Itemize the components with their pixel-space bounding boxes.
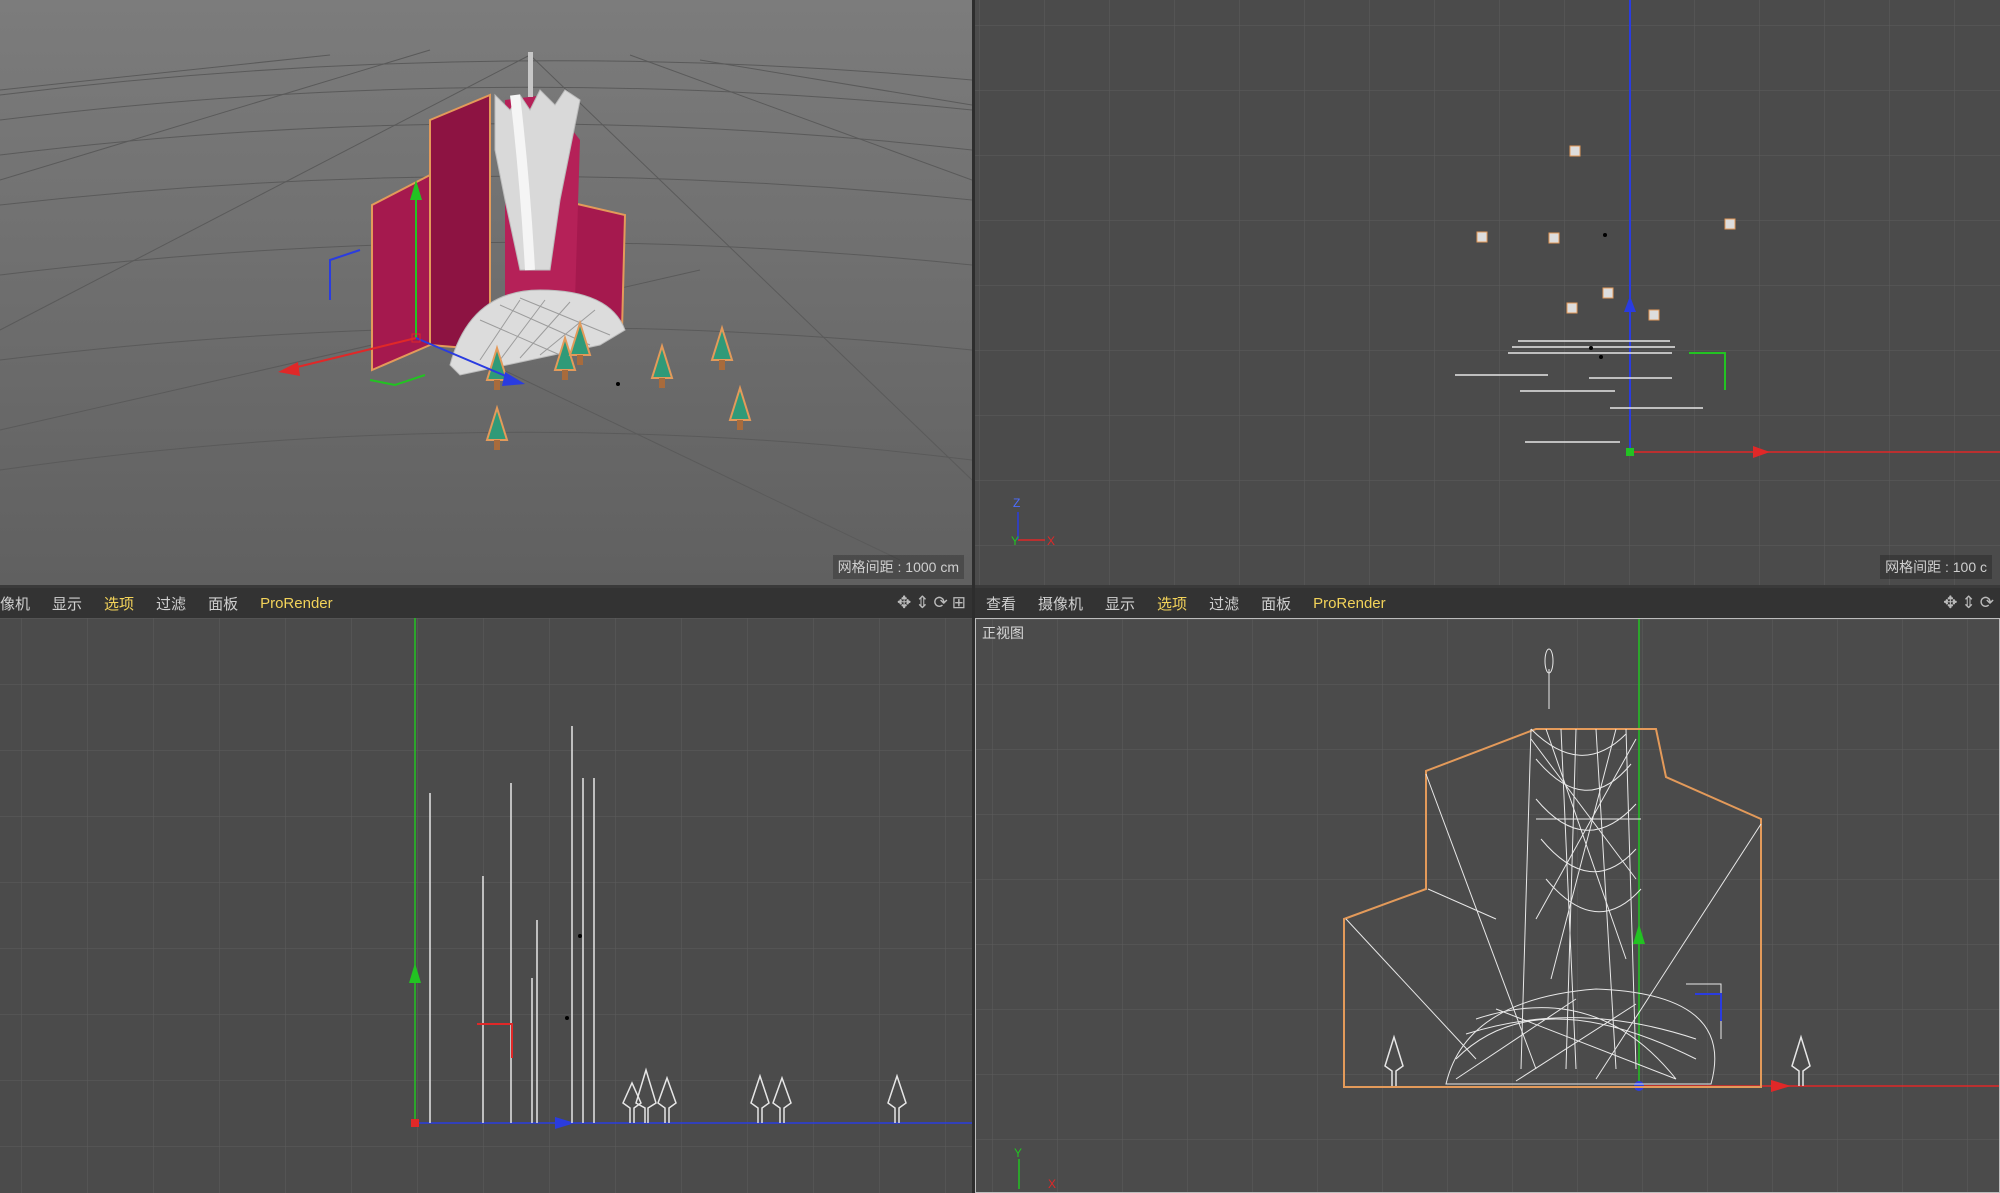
front-scene — [976, 619, 1999, 1192]
menu-camera[interactable]: 像机 — [0, 593, 41, 614]
perspective-viewport[interactable]: 网格间距 : 1000 cm — [0, 0, 972, 585]
view-name-label: 正视图 — [982, 625, 1024, 641]
front-viewport-menubar: 查看 摄像机 显示 选项 过滤 面板 ProRender ✥ ⇕ ⟳ — [975, 588, 2000, 618]
menu-filter[interactable]: 过滤 — [145, 593, 197, 614]
menu-panel[interactable]: 面板 — [1250, 593, 1302, 614]
menu-camera[interactable]: 摄像机 — [1027, 593, 1094, 614]
menu-options[interactable]: 选项 — [1146, 593, 1198, 614]
side-viewport-menubar: 像机 显示 选项 过滤 面板 ProRender ✥ ⇕ ⟳ ⊞ — [0, 588, 972, 618]
top-viewport[interactable]: Z Y X 网格间距 : 100 c — [975, 0, 2000, 585]
menu-display[interactable]: 显示 — [41, 593, 93, 614]
side-scene — [0, 618, 972, 1193]
axis-x-label: X — [1048, 1177, 1057, 1191]
side-viewport[interactable] — [0, 618, 972, 1193]
move-icon[interactable]: ✥ — [1943, 593, 1957, 613]
menu-options[interactable]: 选项 — [93, 593, 145, 614]
rotate-icon[interactable]: ⟳ — [934, 593, 948, 613]
layout-icon[interactable]: ⊞ — [952, 593, 966, 613]
menu-prorender[interactable]: ProRender — [249, 595, 344, 612]
grid-spacing-label: 网格间距 : 100 c — [1880, 555, 1992, 579]
top-scene — [975, 0, 2000, 585]
building-model — [371, 52, 627, 376]
menu-display[interactable]: 显示 — [1094, 593, 1146, 614]
dolly-icon[interactable]: ⇕ — [915, 593, 929, 613]
menu-filter[interactable]: 过滤 — [1198, 593, 1250, 614]
axis-x-label: X — [1047, 534, 1056, 548]
grid-spacing-label: 网格间距 : 1000 cm — [832, 555, 964, 579]
rotate-icon[interactable]: ⟳ — [1980, 593, 1994, 613]
front-viewport[interactable]: 正视图 Y X — [975, 618, 2000, 1193]
perspective-scene — [0, 49, 972, 561]
axis-y-label: Y — [1011, 534, 1020, 548]
menu-panel[interactable]: 面板 — [197, 593, 249, 614]
menu-prorender[interactable]: ProRender — [1302, 595, 1397, 612]
axis-y-label: Y — [1014, 1146, 1023, 1160]
move-icon[interactable]: ✥ — [897, 593, 911, 613]
dolly-icon[interactable]: ⇕ — [1962, 593, 1976, 613]
axis-z-label: Z — [1013, 496, 1021, 510]
menu-view[interactable]: 查看 — [975, 593, 1027, 614]
